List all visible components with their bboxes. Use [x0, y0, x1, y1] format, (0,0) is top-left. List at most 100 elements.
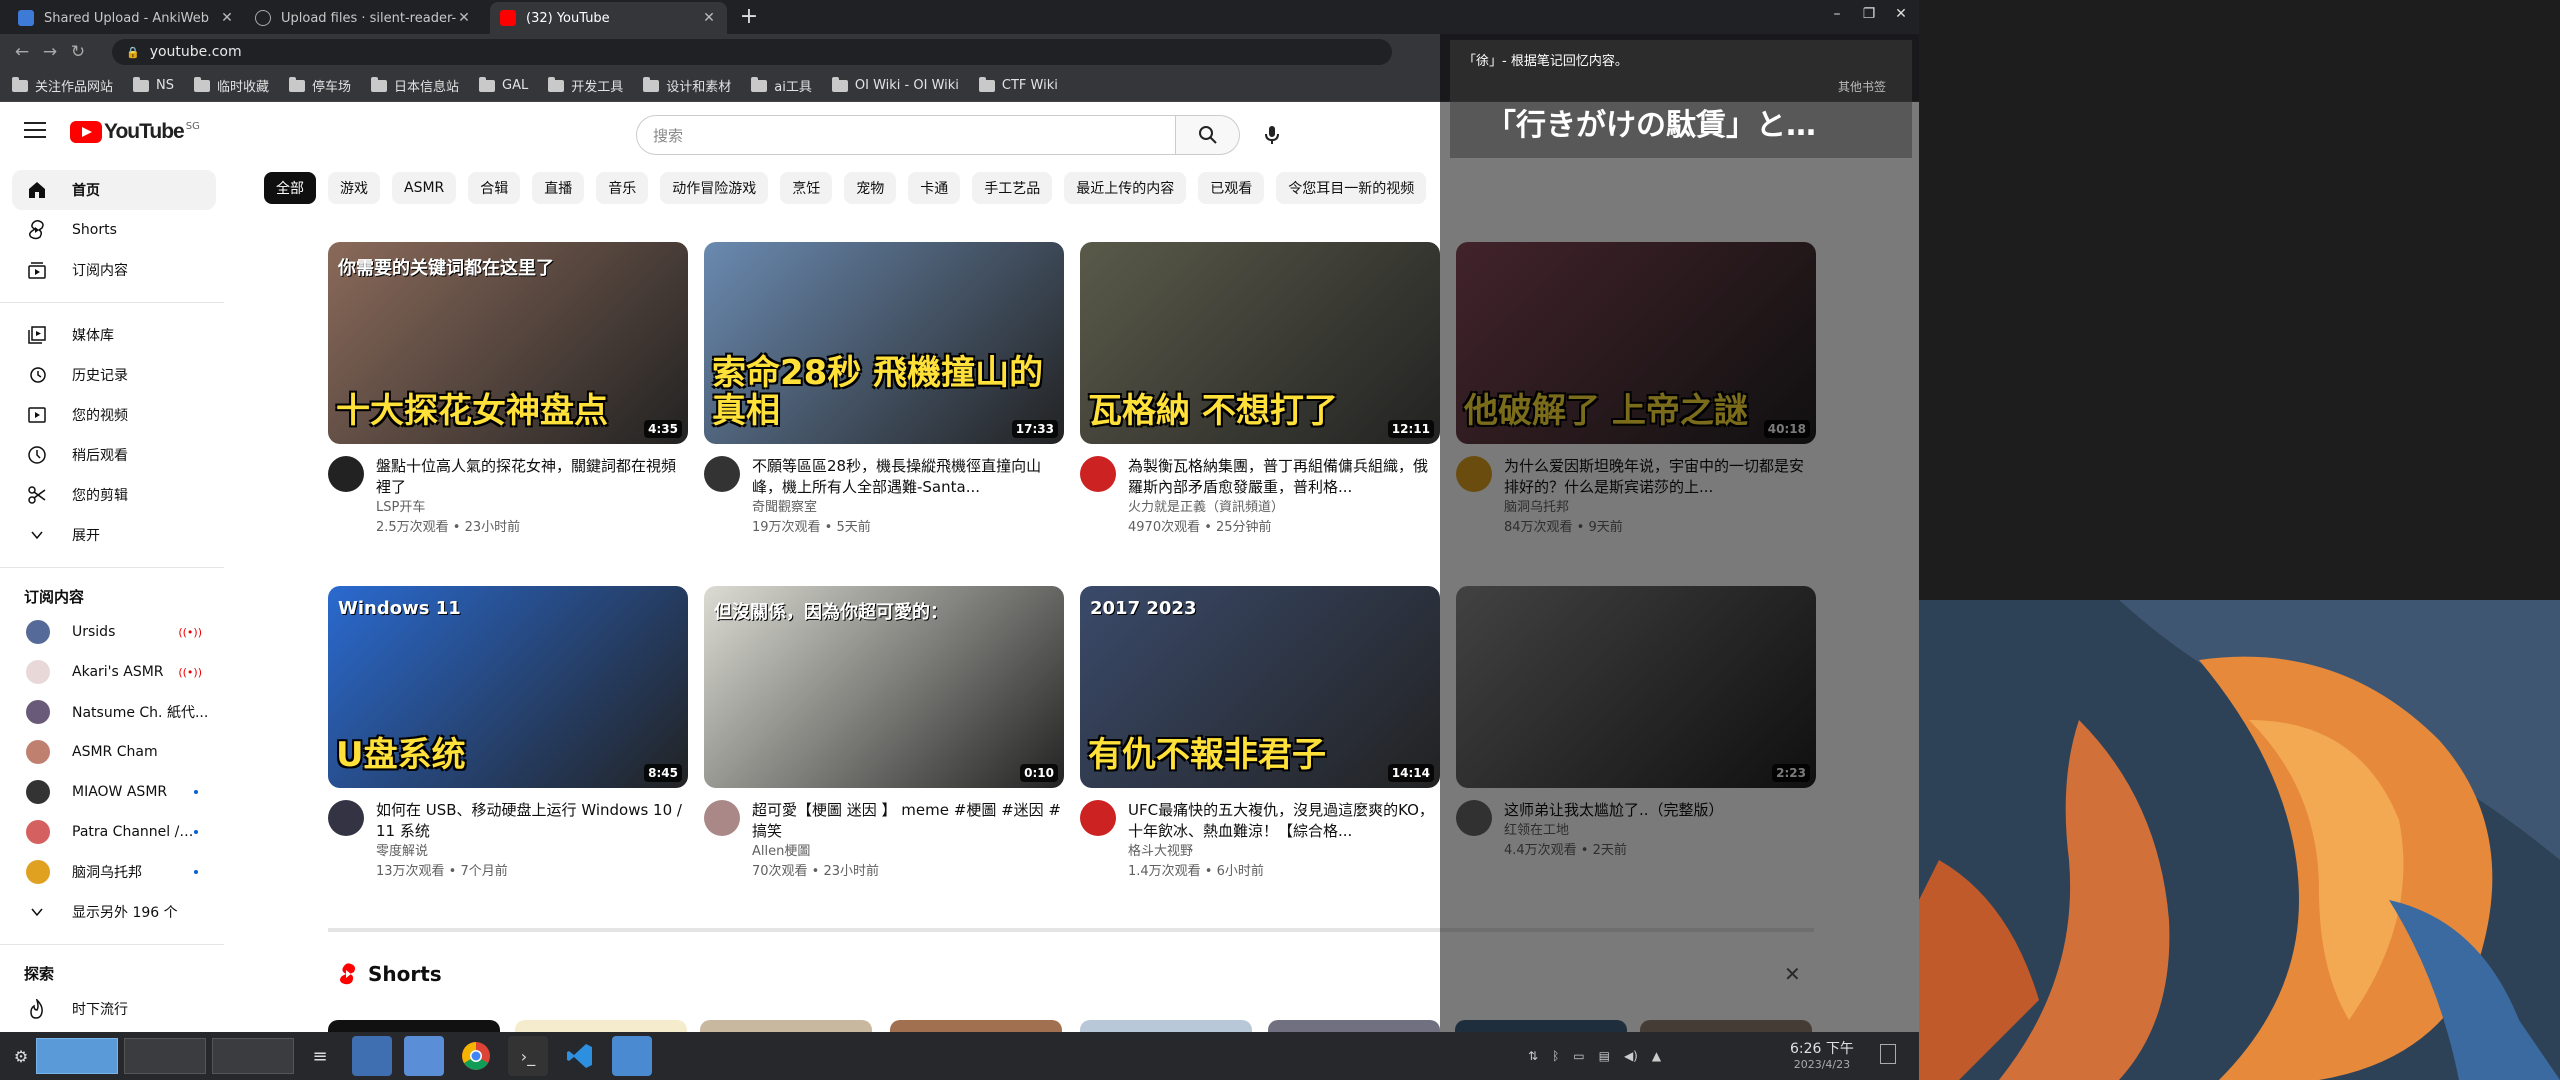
subscription-item[interactable]: Patra Channel / ...: [12, 812, 216, 852]
short-thumbnail[interactable]: [1268, 1020, 1440, 1032]
bookmark-item[interactable]: NS: [133, 76, 174, 93]
sidebar-item[interactable]: Shorts: [12, 210, 216, 250]
bookmark-item[interactable]: GAL: [479, 76, 528, 93]
sidebar-item[interactable]: 稍后观看: [12, 435, 216, 475]
subscription-item[interactable]: Ursids ((•)): [12, 612, 216, 652]
chrome-icon[interactable]: [456, 1036, 496, 1076]
short-thumbnail[interactable]: [890, 1020, 1062, 1032]
filter-chip[interactable]: 动作冒险游戏: [660, 172, 769, 204]
video-thumbnail[interactable]: 索命28秒 飛機撞山的真相 17:33: [704, 242, 1064, 444]
bookmark-item[interactable]: 停车场: [289, 76, 351, 95]
sidebar-item[interactable]: 订阅内容: [12, 250, 216, 290]
vscode-icon[interactable]: [560, 1036, 600, 1076]
maximize-button[interactable]: ❐: [1855, 6, 1883, 22]
tab-ankiweb[interactable]: Shared Upload - AnkiWeb ✕: [8, 2, 245, 34]
show-more-subscriptions[interactable]: 显示另外 196 个: [12, 892, 216, 932]
search-button[interactable]: [1176, 115, 1240, 155]
terminal-icon[interactable]: ›_: [508, 1036, 548, 1076]
video-card[interactable]: 瓦格納 不想打了 12:11 為製衡瓦格納集團，普丁再組備傭兵組織，俄羅斯內部矛盾愈…: [1080, 242, 1440, 538]
video-card[interactable]: 你需要的关键词都在这里了 十大探花女神盘点 4:35 盤點十位高人氣的探花女神，關鍵詞…: [328, 242, 688, 538]
bluetooth-icon[interactable]: ᛒ: [1552, 1049, 1559, 1063]
short-thumbnail[interactable]: [1080, 1020, 1252, 1032]
video-thumbnail[interactable]: 瓦格納 不想打了 12:11: [1080, 242, 1440, 444]
video-thumbnail[interactable]: 2017 2023 有仇不報非君子 14:14: [1080, 586, 1440, 788]
sidebar-item[interactable]: 历史记录: [12, 355, 216, 395]
filter-chip[interactable]: 全部: [264, 172, 316, 204]
video-card[interactable]: 但沒關係，因為你超可愛的： 0:10 超可愛【梗圖 迷因 】 meme #梗圖 #迷…: [704, 586, 1064, 882]
short-thumbnail[interactable]: [328, 1020, 500, 1032]
channel-avatar[interactable]: [1080, 456, 1116, 492]
filter-chip[interactable]: 卡通: [908, 172, 961, 204]
workspace-3[interactable]: [212, 1038, 294, 1074]
video-title[interactable]: 不願等區區28秒，機長操縱飛機徑直撞向山峰，機上所有人全部遇難-Santa...: [752, 456, 1064, 498]
sidebar-item[interactable]: 首页: [12, 170, 216, 210]
close-icon[interactable]: ✕: [456, 10, 472, 26]
video-title[interactable]: 為製衡瓦格納集團，普丁再組備傭兵組織，俄羅斯內部矛盾愈發嚴重，普利格...: [1128, 456, 1440, 498]
new-tab-button[interactable]: +: [735, 4, 763, 29]
tray-expand-icon[interactable]: ▲: [1652, 1049, 1661, 1063]
volume-icon[interactable]: ◀): [1624, 1049, 1638, 1063]
tab-youtube[interactable]: (32) YouTube ✕: [490, 2, 727, 34]
filter-chip[interactable]: 音乐: [596, 172, 649, 204]
sidebar-item[interactable]: 时下流行: [12, 989, 216, 1029]
other-bookmarks[interactable]: 其他书签: [1838, 78, 1886, 95]
lock-icon[interactable]: 🔒: [126, 46, 140, 59]
bookmark-item[interactable]: 关注作品网站: [12, 76, 113, 95]
subscription-item[interactable]: ASMR Cham: [12, 732, 216, 772]
video-channel[interactable]: 奇聞觀察室: [752, 498, 1064, 518]
reload-button[interactable]: ↻: [64, 42, 92, 62]
short-thumbnail[interactable]: [515, 1020, 687, 1032]
youtube-logo[interactable]: YouTube SG: [70, 120, 200, 144]
address-bar[interactable]: 🔒 youtube.com: [112, 39, 1392, 65]
bookmark-item[interactable]: 设计和素材: [643, 76, 731, 95]
close-icon[interactable]: ✕: [701, 10, 717, 26]
filter-chip[interactable]: 已观看: [1198, 172, 1265, 204]
filter-chip[interactable]: 合辑: [468, 172, 521, 204]
sidebar-item[interactable]: 媒体库: [12, 315, 216, 355]
video-title[interactable]: 超可愛【梗圖 迷因 】 meme #梗圖 #迷因 #搞笑: [752, 800, 1064, 842]
filter-chip[interactable]: 宠物: [844, 172, 897, 204]
video-thumbnail[interactable]: 你需要的关键词都在这里了 十大探花女神盘点 4:35: [328, 242, 688, 444]
subscription-item[interactable]: 脑洞乌托邦: [12, 852, 216, 892]
filter-chip[interactable]: 最近上传的内容: [1064, 172, 1187, 204]
subscription-item[interactable]: Akari's ASMR ((•)): [12, 652, 216, 692]
short-thumbnail[interactable]: [700, 1020, 872, 1032]
clipboard-icon[interactable]: ▤: [1599, 1049, 1610, 1063]
video-title[interactable]: 如何在 USB、移动硬盘上运行 Windows 10 / 11 系统: [376, 800, 688, 842]
video-card[interactable]: 2017 2023 有仇不報非君子 14:14 UFC最痛快的五大複仇，沒見過這麼爽的…: [1080, 586, 1440, 882]
video-channel[interactable]: 零度解说: [376, 842, 688, 862]
video-thumbnail[interactable]: Windows 11 U盘系统 8:45: [328, 586, 688, 788]
filter-chip[interactable]: 直播: [532, 172, 585, 204]
workspace-1[interactable]: [36, 1038, 118, 1074]
show-desktop-button[interactable]: [1880, 1044, 1896, 1064]
video-card[interactable]: Windows 11 U盘系统 8:45 如何在 USB、移动硬盘上运行 Window…: [328, 586, 688, 882]
filter-chip[interactable]: 令您耳目一新的视频: [1276, 172, 1427, 204]
bookmark-item[interactable]: CTF Wiki: [978, 76, 1058, 93]
video-channel[interactable]: LSP开车: [376, 498, 688, 518]
video-title[interactable]: UFC最痛快的五大複仇，沒見過這麼爽的KO，十年飲冰、熱血難涼！【綜合格...: [1128, 800, 1440, 842]
video-channel[interactable]: Allen梗圖: [752, 842, 1064, 862]
subscription-item[interactable]: Natsume Ch. 紙代...: [12, 692, 216, 732]
channel-avatar[interactable]: [704, 456, 740, 492]
bookmark-item[interactable]: 临时收藏: [194, 76, 269, 95]
network-icon[interactable]: ⇅: [1528, 1049, 1538, 1063]
sidebar-item[interactable]: 展开: [12, 515, 216, 555]
task-manager-icon[interactable]: ≡: [300, 1036, 340, 1076]
close-window-button[interactable]: ✕: [1887, 6, 1915, 22]
channel-avatar[interactable]: [704, 800, 740, 836]
bookmark-item[interactable]: ai工具: [751, 76, 812, 95]
sidebar-item[interactable]: 您的剪辑: [12, 475, 216, 515]
filter-chip[interactable]: 手工艺品: [972, 172, 1053, 204]
filter-chip[interactable]: 烹饪: [780, 172, 833, 204]
channel-avatar[interactable]: [328, 456, 364, 492]
video-channel[interactable]: 火力就是正義（資訊頻道）: [1128, 498, 1440, 518]
store-icon[interactable]: [352, 1036, 392, 1076]
video-card[interactable]: 索命28秒 飛機撞山的真相 17:33 不願等區區28秒，機長操縱飛機徑直撞向山峰，…: [704, 242, 1064, 538]
minimize-button[interactable]: –: [1823, 6, 1851, 22]
sidebar-item[interactable]: 您的视频: [12, 395, 216, 435]
voice-search-button[interactable]: [1252, 115, 1292, 155]
close-icon[interactable]: ✕: [219, 10, 235, 26]
workspace-2[interactable]: [124, 1038, 206, 1074]
video-thumbnail[interactable]: 但沒關係，因為你超可愛的： 0:10: [704, 586, 1064, 788]
tab-upload-files[interactable]: Upload files · silent-reader-cn ✕: [245, 2, 482, 34]
